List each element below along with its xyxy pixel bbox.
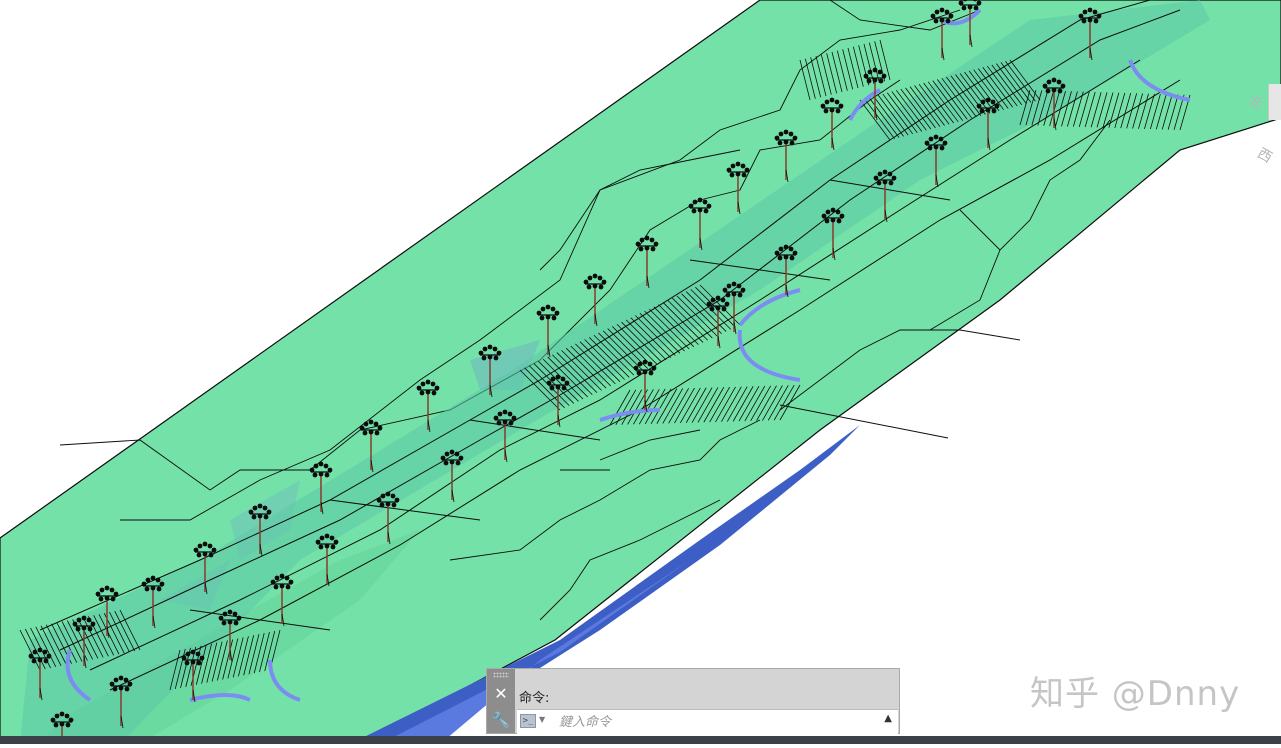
command-input[interactable]: [559, 712, 859, 732]
chevron-down-icon: ▼: [539, 715, 546, 724]
drag-grip-icon[interactable]: [493, 672, 509, 678]
drawing-canvas[interactable]: [0, 0, 1281, 748]
close-icon[interactable]: ✕: [489, 683, 513, 705]
triangle-up-icon[interactable]: ▲: [884, 713, 892, 724]
wrench-icon[interactable]: 🔧: [489, 709, 513, 731]
model-viewport[interactable]: 北 西 知乎 @Dnny ✕ 🔧 命令: >_ ▼ ▲: [0, 0, 1281, 748]
status-bar: [0, 736, 1281, 744]
viewcube[interactable]: [1268, 84, 1281, 120]
command-line-sidebar: ✕ 🔧: [487, 669, 515, 733]
command-input-bar: >_ ▼ ▲: [517, 709, 898, 734]
watermark: 知乎 @Dnny: [1030, 674, 1241, 714]
command-history: 命令:: [519, 691, 550, 706]
command-prompt-button[interactable]: >_ ▼: [520, 713, 550, 730]
command-line-panel: ✕ 🔧 命令: >_ ▼ ▲: [486, 668, 900, 734]
command-prompt-icon: >_: [520, 714, 536, 728]
